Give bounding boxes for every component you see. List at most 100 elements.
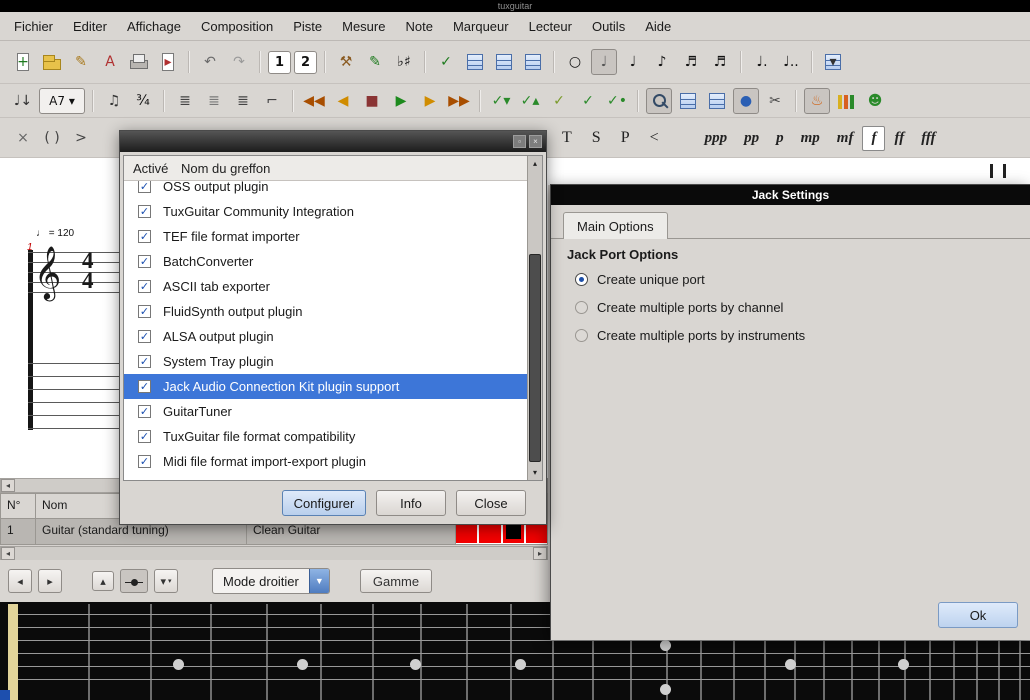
dynamic-button[interactable]: mf xyxy=(829,127,862,150)
playback-last-icon[interactable]: ▶▶ xyxy=(446,88,472,114)
plugin-row[interactable]: ✓ TuxGuitar Community Integration xyxy=(124,199,542,224)
track-mute-indicator[interactable] xyxy=(506,524,521,539)
voice-2-icon[interactable]: ✓ xyxy=(575,88,601,114)
radio-icon[interactable] xyxy=(575,273,588,286)
dynamic-button[interactable]: ff xyxy=(886,127,912,150)
radio-option[interactable]: Create unique port xyxy=(575,272,805,287)
plugin-enabled-checkbox[interactable]: ✓ xyxy=(138,280,151,293)
plugin-row[interactable]: ✓ TEF file format importer xyxy=(124,224,542,249)
header-number[interactable]: N° xyxy=(0,493,36,519)
menu-item[interactable]: Fichier xyxy=(4,14,63,39)
measure-add-icon[interactable]: ≣ xyxy=(172,88,198,114)
stroke-button[interactable]: S xyxy=(582,125,611,151)
plugin-row[interactable]: ✓ BatchConverter xyxy=(124,249,542,274)
plugin-enabled-checkbox[interactable]: ✓ xyxy=(138,355,151,368)
dotted-note-icon[interactable]: ♩. xyxy=(749,49,775,75)
note-shift-down-icon[interactable]: ✓▾ xyxy=(488,88,514,114)
plugin-row[interactable]: ✓ ASCII tab exporter xyxy=(124,274,542,299)
string-up-button[interactable]: ▴ xyxy=(92,571,114,591)
note-tie-icon[interactable]: ✓• xyxy=(604,88,630,114)
chord-combo[interactable]: A7 ▾ xyxy=(39,88,85,114)
duration-thirtysecond-icon[interactable]: ♬ xyxy=(707,49,733,75)
plugin-enabled-checkbox[interactable]: ✓ xyxy=(138,330,151,343)
plugin-row[interactable]: ✓ FluidSynth output plugin xyxy=(124,299,542,324)
split-icon[interactable]: ✂ xyxy=(762,88,788,114)
dynamic-button[interactable]: fff xyxy=(913,127,943,150)
table-view-icon[interactable] xyxy=(704,88,730,114)
column-plugin-name[interactable]: Nom du greffon xyxy=(172,156,270,180)
scroll-left-icon[interactable]: ◂ xyxy=(1,479,15,492)
dynamic-button[interactable]: ppp xyxy=(697,127,736,150)
playback-next-icon[interactable]: ▶ xyxy=(417,88,443,114)
save-icon[interactable]: ✎ xyxy=(68,49,94,75)
menu-item[interactable]: Lecteur xyxy=(519,14,582,39)
plugin-list-scrollbar[interactable]: ▴ ▾ xyxy=(527,156,542,480)
guitar-string[interactable] xyxy=(18,679,1030,680)
plugin-enabled-checkbox[interactable]: ✓ xyxy=(138,380,151,393)
playback-play-icon[interactable]: ▶ xyxy=(388,88,414,114)
column-enabled[interactable]: Activé xyxy=(124,156,172,180)
zoom-note-icon[interactable] xyxy=(646,88,672,114)
plugin-row[interactable]: ✓ Jack Audio Connection Kit plugin suppo… xyxy=(124,374,542,399)
double-dotted-note-icon[interactable]: ♩.. xyxy=(778,49,804,75)
mixer-icon[interactable] xyxy=(833,88,859,114)
voice-check-icon[interactable]: ✓ xyxy=(433,49,459,75)
minimize-icon[interactable]: ▫ xyxy=(513,135,526,148)
undo-icon[interactable]: ↶ xyxy=(197,49,223,75)
table-horizontal-scrollbar[interactable]: ◂ ▸ xyxy=(0,546,548,561)
menu-item[interactable]: Outils xyxy=(582,14,635,39)
configure-button[interactable]: Configurer xyxy=(282,490,366,516)
tuxguitar-mascot-icon[interactable]: ☻ xyxy=(862,88,888,114)
plugin-enabled-checkbox[interactable]: ✓ xyxy=(138,430,151,443)
accent-icon[interactable]: > xyxy=(68,125,94,151)
marker-1-button[interactable]: 1 xyxy=(268,51,291,74)
caret-display-button[interactable] xyxy=(120,569,148,593)
print-icon[interactable] xyxy=(126,49,152,75)
plugin-enabled-checkbox[interactable]: ✓ xyxy=(138,405,151,418)
song-properties-icon[interactable]: A xyxy=(97,49,123,75)
plugin-enabled-checkbox[interactable]: ✓ xyxy=(138,180,151,193)
playback-previous-icon[interactable]: ◀ xyxy=(330,88,356,114)
open-file-icon[interactable] xyxy=(39,49,65,75)
dynamic-button[interactable]: mp xyxy=(793,127,828,150)
scroll-left-icon[interactable]: ◂ xyxy=(1,547,15,560)
hand-mode-combo[interactable]: Mode droitier ▼ xyxy=(212,568,330,594)
tools-icon[interactable]: ⚒ xyxy=(333,49,359,75)
plugin-row[interactable]: ✓ TuxGuitar file format compatibility xyxy=(124,424,542,449)
corner-handle[interactable] xyxy=(0,690,10,700)
playback-first-icon[interactable]: ◀◀ xyxy=(301,88,327,114)
print-preview-icon[interactable]: ▸ xyxy=(155,49,181,75)
plugin-enabled-checkbox[interactable]: ✓ xyxy=(138,230,151,243)
plugins-dialog-titlebar[interactable]: ▫ × xyxy=(120,131,546,152)
dynamic-button[interactable]: p xyxy=(768,127,792,150)
dynamic-button[interactable]: f xyxy=(862,126,885,151)
tablature-view-icon[interactable] xyxy=(462,49,488,75)
playback-stop-icon[interactable]: ■ xyxy=(359,88,385,114)
measure-copy-icon[interactable]: ≣ xyxy=(230,88,256,114)
scale-button[interactable]: Gamme xyxy=(360,569,432,593)
chevron-down-icon[interactable]: ▼ xyxy=(309,569,329,593)
edit-mode-icon[interactable]: ✎ xyxy=(362,49,388,75)
scroll-up-icon[interactable]: ▴ xyxy=(529,157,542,170)
plugin-row[interactable]: ✓ Midi file format import-export plugin xyxy=(124,449,542,474)
marker-2-button[interactable]: 2 xyxy=(294,51,317,74)
note-shift-up-icon[interactable]: ✓▴ xyxy=(517,88,543,114)
measure-remove-icon[interactable]: ≣ xyxy=(201,88,227,114)
close-button[interactable]: Close xyxy=(456,490,526,516)
piano-button[interactable]: P xyxy=(611,125,640,151)
radio-option[interactable]: Create multiple ports by channel xyxy=(575,300,805,315)
menu-item[interactable]: Note xyxy=(395,14,442,39)
ok-button[interactable]: Ok xyxy=(938,602,1018,628)
plugin-row[interactable]: ✓ GuitarTuner xyxy=(124,399,542,424)
scroll-down-icon[interactable]: ▾ xyxy=(529,466,542,479)
duration-whole-icon[interactable]: ○ xyxy=(562,49,588,75)
menu-item[interactable]: Affichage xyxy=(117,14,191,39)
radio-icon[interactable] xyxy=(575,301,588,314)
tuplet-icon[interactable]: ¾ xyxy=(130,88,156,114)
duration-eighth-icon[interactable]: ♪ xyxy=(649,49,675,75)
plugin-row[interactable]: ✓ System Tray plugin xyxy=(124,349,542,374)
plugin-enabled-checkbox[interactable]: ✓ xyxy=(138,305,151,318)
next-track-button[interactable]: ▸ xyxy=(38,569,62,593)
plugin-enabled-checkbox[interactable]: ✓ xyxy=(138,205,151,218)
scrollbar-thumb[interactable] xyxy=(529,254,541,462)
